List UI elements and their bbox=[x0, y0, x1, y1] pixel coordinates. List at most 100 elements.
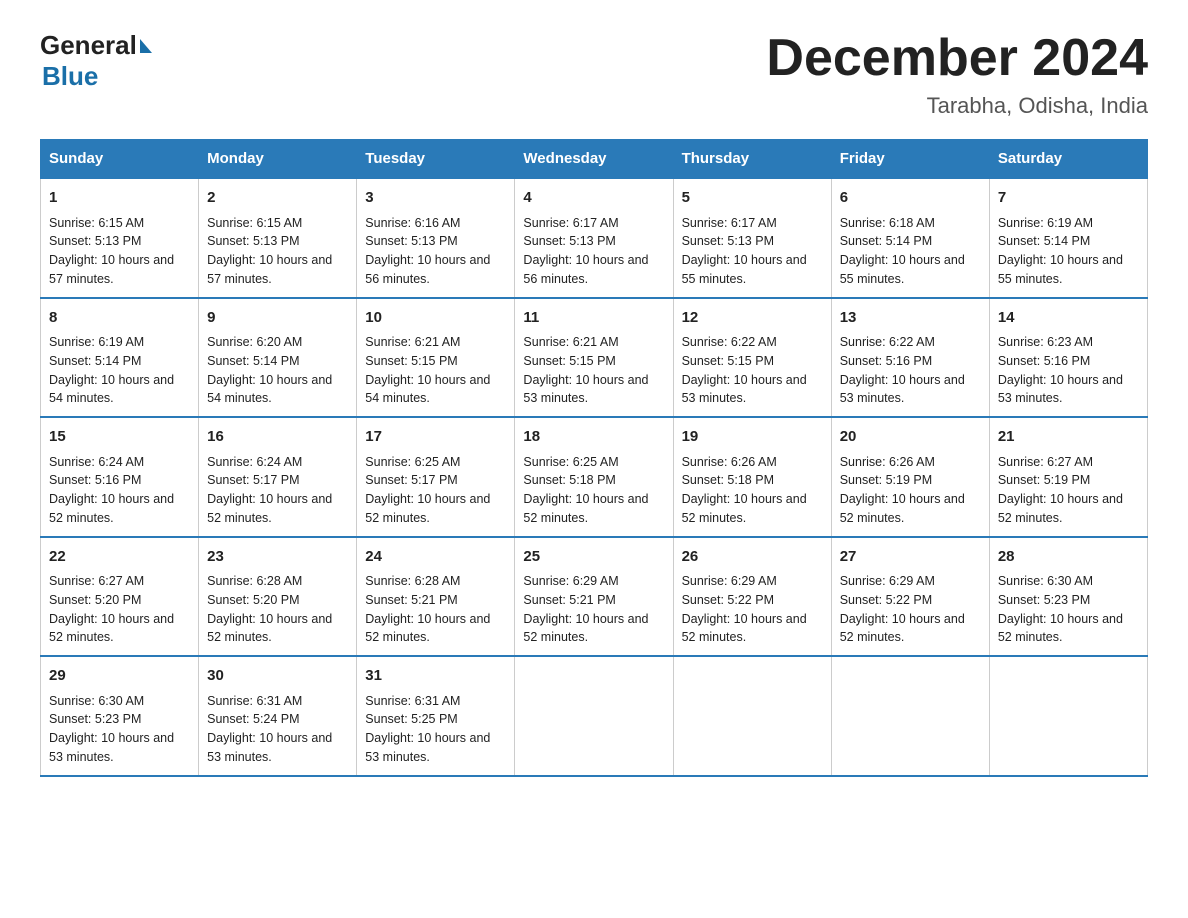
day-number: 8 bbox=[49, 307, 190, 330]
day-number: 23 bbox=[207, 546, 348, 569]
sunset-text: Sunset: 5:18 PM bbox=[682, 473, 774, 487]
sunrise-text: Sunrise: 6:21 AM bbox=[523, 335, 618, 349]
daylight-text: Daylight: 10 hours and 53 minutes. bbox=[49, 731, 174, 764]
sunset-text: Sunset: 5:20 PM bbox=[49, 593, 141, 607]
sunset-text: Sunset: 5:17 PM bbox=[365, 473, 457, 487]
week-row-5: 29 Sunrise: 6:30 AM Sunset: 5:23 PM Dayligh… bbox=[41, 656, 1148, 776]
calendar-cell: 25Sunrise: 6:29 AMSunset: 5:21 PMDayligh… bbox=[515, 537, 673, 657]
sunrise-text: Sunrise: 6:17 AM bbox=[682, 216, 777, 230]
daylight-text: Daylight: 10 hours and 52 minutes. bbox=[49, 612, 174, 645]
day-number: 11 bbox=[523, 307, 664, 330]
title-area: December 2024 Tarabha, Odisha, India bbox=[766, 30, 1148, 119]
col-header-sunday: Sunday bbox=[41, 140, 199, 179]
sunrise-text: Sunrise: 6:28 AM bbox=[207, 574, 302, 588]
sunrise-text: Sunrise: 6:24 AM bbox=[49, 455, 144, 469]
day-number: 21 bbox=[998, 426, 1139, 449]
sunset-text: Sunset: 5:25 PM bbox=[365, 712, 457, 726]
calendar-cell: 31Sunrise: 6:31 AMSunset: 5:25 PMDayligh… bbox=[357, 656, 515, 776]
sunset-text: Sunset: 5:23 PM bbox=[49, 712, 141, 726]
calendar-cell: 26Sunrise: 6:29 AMSunset: 5:22 PMDayligh… bbox=[673, 537, 831, 657]
sunset-text: Sunset: 5:13 PM bbox=[523, 234, 615, 248]
sunrise-text: Sunrise: 6:29 AM bbox=[682, 574, 777, 588]
calendar-cell: 1Sunrise: 6:15 AMSunset: 5:13 PMDaylight… bbox=[41, 178, 199, 298]
sunset-text: Sunset: 5:22 PM bbox=[840, 593, 932, 607]
col-header-thursday: Thursday bbox=[673, 140, 831, 179]
day-number: 4 bbox=[523, 187, 664, 210]
calendar-cell: 18Sunrise: 6:25 AMSunset: 5:18 PMDayligh… bbox=[515, 417, 673, 537]
daylight-text: Daylight: 10 hours and 53 minutes. bbox=[523, 373, 648, 406]
sunrise-text: Sunrise: 6:19 AM bbox=[49, 335, 144, 349]
day-number: 27 bbox=[840, 546, 981, 569]
sunrise-text: Sunrise: 6:19 AM bbox=[998, 216, 1093, 230]
sunset-text: Sunset: 5:21 PM bbox=[523, 593, 615, 607]
col-header-wednesday: Wednesday bbox=[515, 140, 673, 179]
daylight-text: Daylight: 10 hours and 52 minutes. bbox=[682, 612, 807, 645]
calendar-cell: 10Sunrise: 6:21 AMSunset: 5:15 PMDayligh… bbox=[357, 298, 515, 418]
day-number: 31 bbox=[365, 665, 506, 688]
daylight-text: Daylight: 10 hours and 52 minutes. bbox=[840, 612, 965, 645]
page-header: General Blue December 2024 Tarabha, Odis… bbox=[40, 30, 1148, 119]
daylight-text: Daylight: 10 hours and 52 minutes. bbox=[207, 492, 332, 525]
day-number: 17 bbox=[365, 426, 506, 449]
logo-blue-text: Blue bbox=[42, 61, 152, 92]
calendar-cell: 22 Sunrise: 6:27 AM Sunset: 5:20 PM Dayligh… bbox=[41, 537, 199, 657]
calendar-cell: 29 Sunrise: 6:30 AM Sunset: 5:23 PM Dayligh… bbox=[41, 656, 199, 776]
sunset-text: Sunset: 5:13 PM bbox=[207, 234, 299, 248]
calendar-cell: 11Sunrise: 6:21 AMSunset: 5:15 PMDayligh… bbox=[515, 298, 673, 418]
sunrise-text: Sunrise: 6:30 AM bbox=[49, 694, 144, 708]
day-number: 22 bbox=[49, 546, 190, 569]
day-number: 26 bbox=[682, 546, 823, 569]
day-number: 29 bbox=[49, 665, 190, 688]
day-number: 13 bbox=[840, 307, 981, 330]
sunrise-text: Sunrise: 6:27 AM bbox=[49, 574, 144, 588]
sunset-text: Sunset: 5:19 PM bbox=[840, 473, 932, 487]
daylight-text: Daylight: 10 hours and 53 minutes. bbox=[682, 373, 807, 406]
daylight-text: Daylight: 10 hours and 54 minutes. bbox=[49, 373, 174, 406]
daylight-text: Daylight: 10 hours and 56 minutes. bbox=[523, 253, 648, 286]
calendar-header-row: SundayMondayTuesdayWednesdayThursdayFrid… bbox=[41, 140, 1148, 179]
sunset-text: Sunset: 5:18 PM bbox=[523, 473, 615, 487]
sunrise-text: Sunrise: 6:22 AM bbox=[682, 335, 777, 349]
day-number: 15 bbox=[49, 426, 190, 449]
main-title: December 2024 bbox=[766, 30, 1148, 87]
sunset-text: Sunset: 5:14 PM bbox=[207, 354, 299, 368]
sunset-text: Sunset: 5:16 PM bbox=[840, 354, 932, 368]
calendar-cell: 23Sunrise: 6:28 AMSunset: 5:20 PMDayligh… bbox=[199, 537, 357, 657]
sunset-text: Sunset: 5:14 PM bbox=[840, 234, 932, 248]
sunrise-text: Sunrise: 6:31 AM bbox=[207, 694, 302, 708]
sunset-text: Sunset: 5:19 PM bbox=[998, 473, 1090, 487]
sunset-text: Sunset: 5:15 PM bbox=[682, 354, 774, 368]
sunrise-text: Sunrise: 6:29 AM bbox=[523, 574, 618, 588]
day-number: 7 bbox=[998, 187, 1139, 210]
calendar-cell: 7Sunrise: 6:19 AMSunset: 5:14 PMDaylight… bbox=[989, 178, 1147, 298]
sunrise-text: Sunrise: 6:25 AM bbox=[523, 455, 618, 469]
day-number: 1 bbox=[49, 187, 190, 210]
calendar-cell: 2Sunrise: 6:15 AMSunset: 5:13 PMDaylight… bbox=[199, 178, 357, 298]
calendar-cell: 4Sunrise: 6:17 AMSunset: 5:13 PMDaylight… bbox=[515, 178, 673, 298]
day-number: 20 bbox=[840, 426, 981, 449]
sunrise-text: Sunrise: 6:26 AM bbox=[682, 455, 777, 469]
calendar-cell: 8Sunrise: 6:19 AMSunset: 5:14 PMDaylight… bbox=[41, 298, 199, 418]
sunrise-text: Sunrise: 6:20 AM bbox=[207, 335, 302, 349]
calendar-cell: 16Sunrise: 6:24 AMSunset: 5:17 PMDayligh… bbox=[199, 417, 357, 537]
sunset-text: Sunset: 5:24 PM bbox=[207, 712, 299, 726]
sunrise-text: Sunrise: 6:30 AM bbox=[998, 574, 1093, 588]
calendar-cell: 21Sunrise: 6:27 AMSunset: 5:19 PMDayligh… bbox=[989, 417, 1147, 537]
calendar-cell: 9Sunrise: 6:20 AMSunset: 5:14 PMDaylight… bbox=[199, 298, 357, 418]
logo-general-text: General bbox=[40, 30, 137, 61]
daylight-text: Daylight: 10 hours and 54 minutes. bbox=[207, 373, 332, 406]
sunrise-text: Sunrise: 6:25 AM bbox=[365, 455, 460, 469]
day-number: 5 bbox=[682, 187, 823, 210]
calendar-cell bbox=[515, 656, 673, 776]
calendar-cell bbox=[673, 656, 831, 776]
calendar-cell: 20Sunrise: 6:26 AMSunset: 5:19 PMDayligh… bbox=[831, 417, 989, 537]
daylight-text: Daylight: 10 hours and 56 minutes. bbox=[365, 253, 490, 286]
daylight-text: Daylight: 10 hours and 53 minutes. bbox=[998, 373, 1123, 406]
daylight-text: Daylight: 10 hours and 53 minutes. bbox=[365, 731, 490, 764]
sunset-text: Sunset: 5:13 PM bbox=[49, 234, 141, 248]
sunrise-text: Sunrise: 6:26 AM bbox=[840, 455, 935, 469]
day-number: 10 bbox=[365, 307, 506, 330]
calendar-cell: 6Sunrise: 6:18 AMSunset: 5:14 PMDaylight… bbox=[831, 178, 989, 298]
week-row-4: 22 Sunrise: 6:27 AM Sunset: 5:20 PM Dayligh… bbox=[41, 537, 1148, 657]
sunrise-text: Sunrise: 6:23 AM bbox=[998, 335, 1093, 349]
